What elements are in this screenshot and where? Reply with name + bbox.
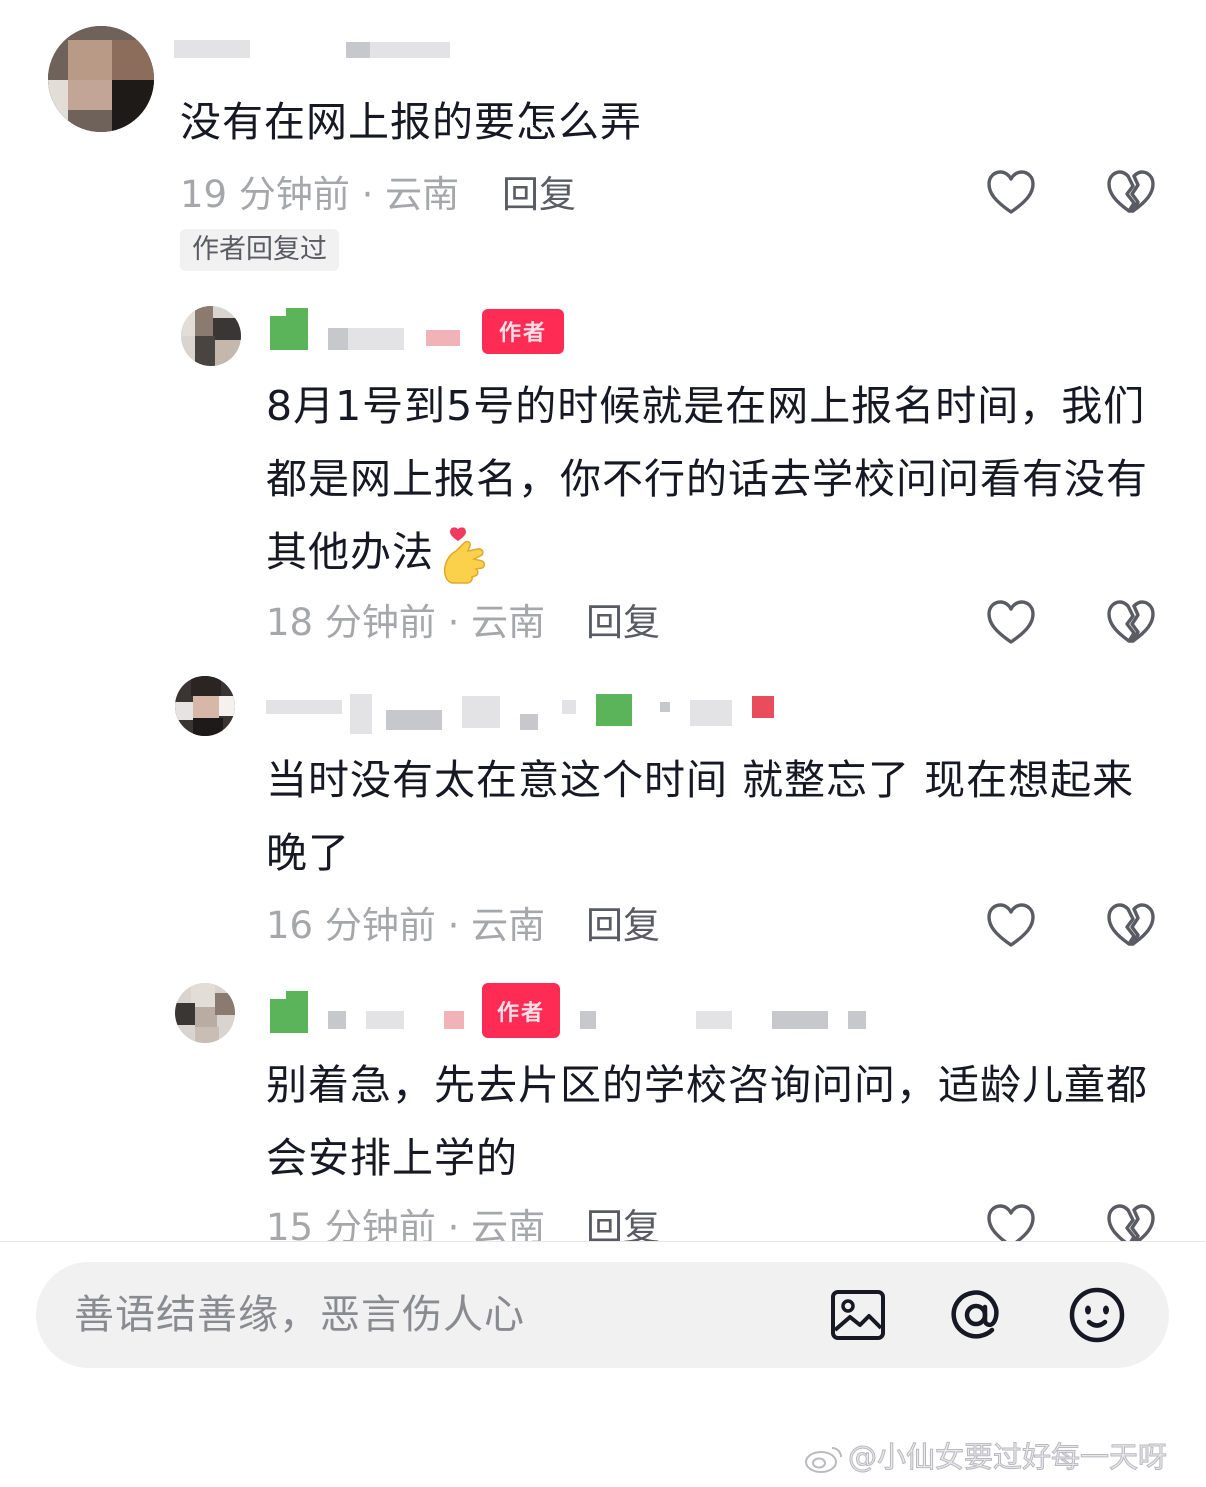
avatar[interactable] <box>48 26 154 132</box>
like-button[interactable] <box>985 1201 1037 1241</box>
image-icon <box>831 1290 885 1340</box>
username[interactable] <box>174 36 474 76</box>
avatar[interactable] <box>175 676 235 736</box>
avatar[interactable] <box>181 306 241 366</box>
dislike-button[interactable] <box>1105 1201 1157 1241</box>
broken-heart-icon <box>1107 903 1155 946</box>
username[interactable] <box>268 308 460 350</box>
watermark: @小仙女要过好每一天呀 <box>804 1437 1168 1477</box>
comment-time-location: 19 分钟前 · 云南 <box>180 173 460 216</box>
heart-outline-icon <box>987 1204 1035 1241</box>
broken-heart-icon <box>1107 170 1155 213</box>
comment-time-location: 18 分钟前 · 云南 <box>266 601 546 644</box>
reply-button[interactable]: 回复 <box>586 901 660 951</box>
weibo-logo-icon <box>804 1444 844 1474</box>
avatar[interactable] <box>175 983 235 1043</box>
mention-button[interactable] <box>946 1285 1006 1345</box>
broken-heart-icon <box>1107 600 1155 643</box>
comment-text: 当时没有太在意这个时间 就整忘了 现在想起来晚了 <box>266 756 1135 877</box>
author-replied-tag: 作者回复过 <box>180 229 339 271</box>
broken-heart-icon <box>1107 1204 1155 1241</box>
heart-outline-icon <box>987 600 1035 644</box>
heart-outline-icon <box>987 170 1035 214</box>
author-badge: 作者 <box>482 309 564 354</box>
comment-text-content: 8月1号到5号的时候就是在网上报名时间，我们都是网上报名，你不行的话去学校问问看… <box>266 382 1148 576</box>
smiley-icon <box>1069 1287 1125 1343</box>
comment-text: 8月1号到5号的时候就是在网上报名时间，我们都是网上报名，你不行的话去学校问问看… <box>266 370 1166 589</box>
emoji-button[interactable] <box>1067 1285 1127 1345</box>
comment-text: 别着急，先去片区的学校咨询问问，适龄儿童都会安排上学的 <box>266 1061 1148 1182</box>
dislike-button[interactable] <box>1105 597 1157 649</box>
at-icon <box>951 1290 999 1339</box>
image-button[interactable] <box>828 1285 888 1345</box>
reply-item: 当时没有太在意这个时间 就整忘了 现在想起来晚了 16 分钟前 · 云南 回复 <box>0 670 1206 970</box>
username[interactable] <box>266 686 786 734</box>
heart-hands-emoji <box>442 525 488 585</box>
like-button[interactable] <box>985 167 1037 219</box>
dislike-button[interactable] <box>1105 167 1157 219</box>
username[interactable] <box>268 983 888 1033</box>
comment-item: 没有在网上报的要怎么弄 19 分钟前 · 云南 回复 作者回复过 <box>0 0 1206 280</box>
reply-button[interactable]: 回复 <box>586 598 660 648</box>
reply-item: 作者 8月1号到5号的时候就是在网上报名时间，我们都是网上报名，你不行的话去学校… <box>0 300 1206 660</box>
author-badge: 作者 <box>482 983 560 1038</box>
watermark-text: @小仙女要过好每一天呀 <box>847 1440 1168 1475</box>
reply-item: 作者 别着急，先去片区的学校咨询问问，适龄儿童都会安排上学的 15 分钟前 · … <box>0 975 1206 1241</box>
comment-time-location: 16 分钟前 · 云南 <box>266 904 546 947</box>
heart-outline-icon <box>987 903 1035 947</box>
comment-time-location: 15 分钟前 · 云南 <box>266 1206 546 1241</box>
like-button[interactable] <box>985 597 1037 649</box>
reply-button[interactable]: 回复 <box>586 1203 660 1241</box>
reply-button[interactable]: 回复 <box>502 170 576 220</box>
like-button[interactable] <box>985 900 1037 952</box>
comment-input-placeholder: 善语结善缘，恶言伤人心 <box>74 1292 525 1338</box>
comment-text: 没有在网上报的要怎么弄 <box>180 98 642 146</box>
dislike-button[interactable] <box>1105 900 1157 952</box>
